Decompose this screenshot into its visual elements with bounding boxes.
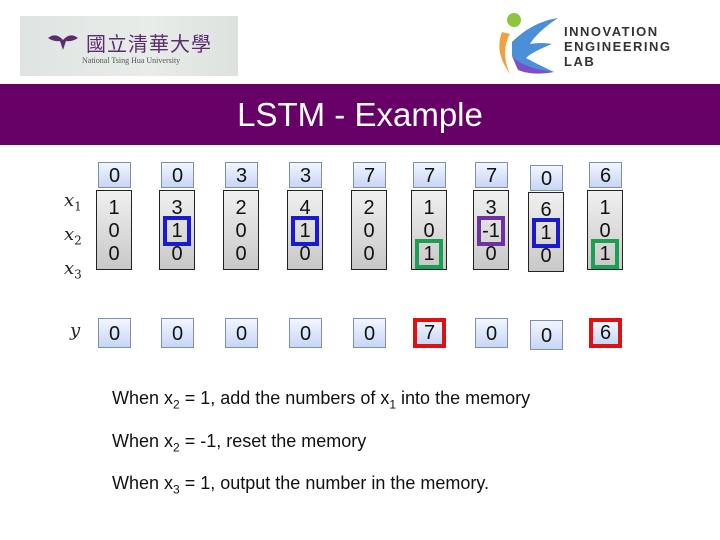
output-cell: 0 [530,320,563,350]
highlight-box [477,216,505,246]
innovation-lab-logo: INNOVATION ENGINEERING LAB [492,12,702,78]
memory-cell: 0 [530,165,563,191]
output-cell: 0 [475,318,508,348]
output-cell: 0 [225,318,258,348]
highlight-box [415,239,443,269]
nthu-logo: 國立清華大學 National Tsing Hua University [20,16,238,76]
memory-cell: 7 [475,162,508,188]
nthu-logo-chinese: 國立清華大學 [86,32,212,56]
input-vector: 410 [287,190,323,270]
input-vector: 310 [159,190,195,270]
note-reset: When x2 = -1, reset the memory [112,431,367,455]
input-x3: 0 [108,243,120,265]
memory-cell: 0 [161,162,194,188]
input-vector: 200 [223,190,259,270]
input-vector: 100 [96,190,132,270]
highlight-box [291,216,319,246]
input-vector: 101 [587,190,623,270]
input-vector: 101 [411,190,447,270]
output-cell: 0 [98,318,131,348]
memory-cell: 6 [589,162,622,188]
output-cell: 0 [161,318,194,348]
label-y: y [70,320,81,341]
input-x3: 0 [363,243,375,265]
slide-title: LSTM - Example [237,96,483,133]
input-vector: 200 [351,190,387,270]
highlight-box [591,239,619,269]
highlight-box [532,218,560,248]
memory-cell: 0 [98,162,131,188]
memory-cell: 3 [289,162,322,188]
lab-logo-line-2: ENGINEERING [564,39,672,54]
output-cell: 7 [413,318,446,348]
lab-logo-line-3: LAB [564,54,596,69]
input-vector: 610 [528,192,564,272]
input-x3: 0 [235,243,247,265]
nthu-logo-english: National Tsing Hua University [82,56,181,65]
output-cell: 0 [353,318,386,348]
note-add: When x2 = 1, add the numbers of x1 into … [112,388,531,412]
output-cell: 6 [589,318,622,348]
highlight-box [163,216,191,246]
label-x2: x2 [64,224,82,248]
lab-emblem-icon [499,13,558,74]
title-band: LSTM - Example [0,84,720,145]
memory-cell: 3 [225,162,258,188]
output-cell: 0 [289,318,322,348]
input-vector: 3 -1 0 [473,190,509,270]
label-x3: x3 [64,258,82,282]
memory-cell: 7 [353,162,386,188]
note-output: When x3 = 1, output the number in the me… [112,473,490,497]
lab-logo-line-1: INNOVATION [564,24,659,39]
nthu-emblem-icon [48,35,78,50]
label-x1: x1 [64,190,82,214]
memory-cell: 7 [413,162,446,188]
